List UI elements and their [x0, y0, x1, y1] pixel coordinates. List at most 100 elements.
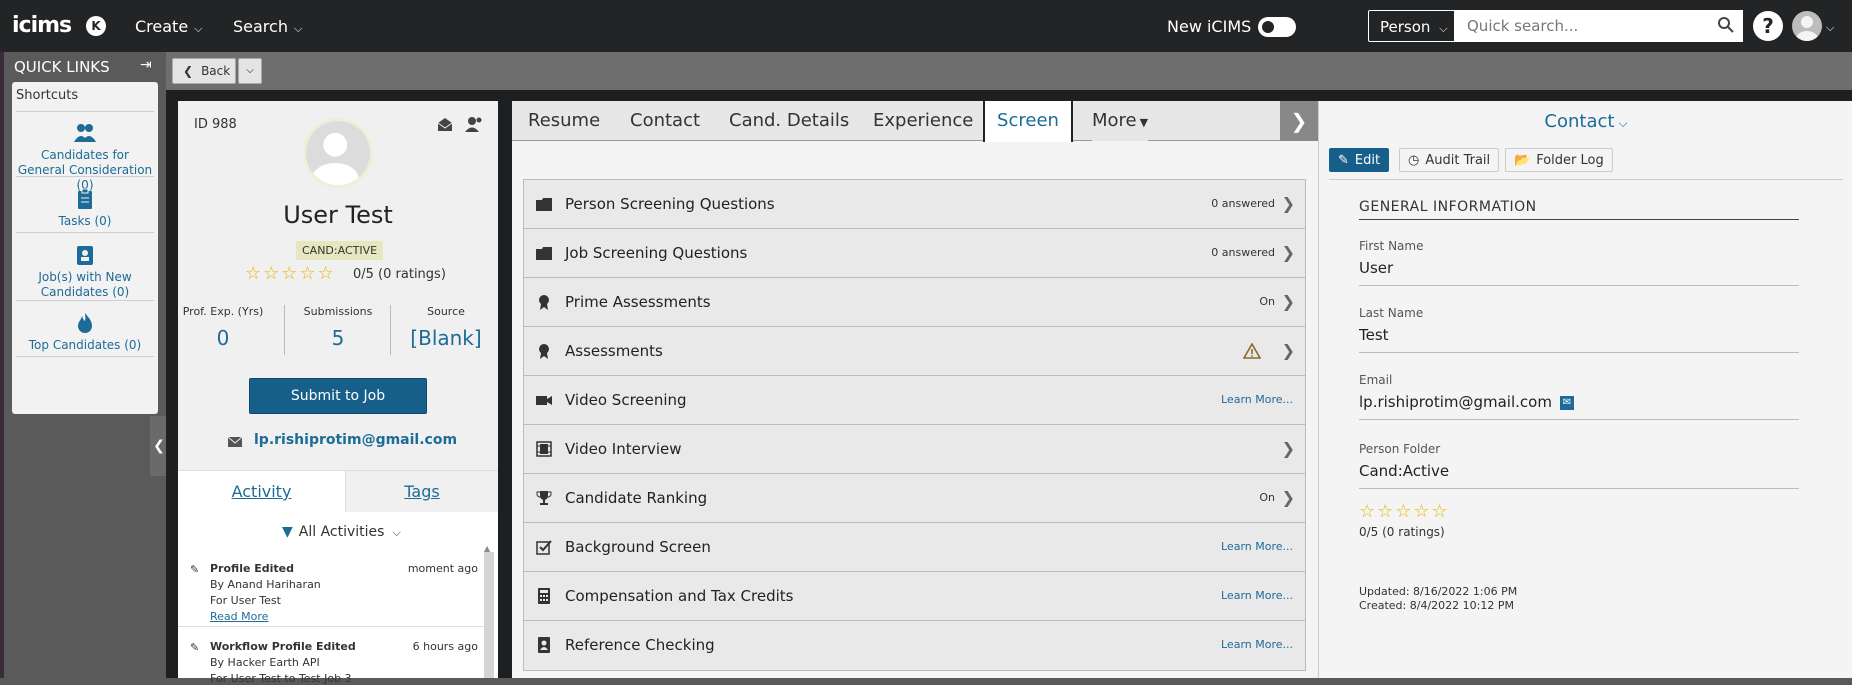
- pin-icon[interactable]: ⇥: [140, 57, 152, 73]
- chevron-down-icon: ⌵: [293, 22, 303, 35]
- quick-search-input[interactable]: Quick search...: [1455, 10, 1743, 42]
- back-history-dropdown[interactable]: ⌵: [238, 58, 262, 84]
- tab-cand-details[interactable]: Cand. Details: [729, 101, 849, 141]
- warning-icon: [1243, 343, 1261, 359]
- quick-link-top-candidates[interactable]: Top Candidates (0): [16, 312, 154, 353]
- quick-link-general-consideration[interactable]: Candidates for General Consideration (0): [16, 122, 154, 193]
- back-button[interactable]: ❮ Back: [172, 58, 236, 84]
- send-email-icon[interactable]: ✉: [1559, 395, 1574, 410]
- person-settings-icon[interactable]: [464, 115, 482, 133]
- edit-button[interactable]: ✎ Edit: [1329, 148, 1390, 172]
- help-icon[interactable]: ?: [1753, 11, 1783, 41]
- quick-links-header: QUICK LINKS: [14, 58, 110, 76]
- rating-stars[interactable]: ☆☆☆☆☆: [245, 263, 336, 284]
- screening-row-prime-assessments[interactable]: Prime Assessments On ❯: [524, 278, 1305, 327]
- create-menu[interactable]: Create ⌵: [135, 17, 203, 36]
- tab-screen[interactable]: Screen: [983, 101, 1073, 142]
- row-label: Reference Checking: [565, 636, 715, 654]
- folder-log-button[interactable]: 📂 Folder Log: [1505, 148, 1613, 172]
- user-avatar[interactable]: [1792, 11, 1822, 41]
- tab-activity[interactable]: Activity: [178, 471, 346, 513]
- screen-tab-panel: Resume Contact Cand. Details Experience …: [512, 101, 1318, 678]
- search-menu[interactable]: Search ⌵: [233, 17, 302, 36]
- folder-icon: [536, 198, 552, 211]
- activity-time: moment ago: [407, 562, 478, 575]
- rating-stars[interactable]: ☆☆☆☆☆: [1359, 501, 1450, 522]
- search-type-select[interactable]: Person ⌵: [1368, 10, 1455, 42]
- screening-row-assessments[interactable]: Assessments ❯: [524, 327, 1305, 376]
- pencil-icon: ✎: [1338, 153, 1349, 168]
- created-timestamp: Created: 8/4/2022 10:12 PM: [1359, 599, 1514, 612]
- chevron-down-icon: ⌵: [194, 22, 203, 35]
- tab-scroll-right-button[interactable]: ❯: [1280, 101, 1318, 141]
- icims-logo[interactable]: icims: [12, 13, 72, 38]
- k-logo-icon[interactable]: K: [86, 16, 106, 36]
- person-id: ID 988: [194, 117, 237, 132]
- screening-row-background-screen[interactable]: Background Screen Learn More...: [524, 523, 1305, 572]
- learn-more-link[interactable]: Learn More...: [1221, 638, 1293, 651]
- screening-row-video-interview[interactable]: Video Interview ❯: [524, 425, 1305, 474]
- divider: [178, 626, 484, 627]
- audit-trail-button[interactable]: ◷ Audit Trail: [1399, 148, 1500, 172]
- quick-link-tasks[interactable]: Tasks (0): [16, 188, 154, 229]
- submit-to-job-button[interactable]: Submit to Job: [249, 378, 427, 414]
- chevron-left-icon: ❮: [183, 64, 194, 78]
- shortcuts-label: Shortcuts: [16, 88, 79, 103]
- row-status: On: [1259, 295, 1275, 308]
- learn-more-link[interactable]: Learn More...: [1221, 589, 1293, 602]
- scrollbar[interactable]: [484, 552, 494, 678]
- chevron-down-icon[interactable]: ⌵: [1826, 21, 1834, 35]
- stat-experience: Prof. Exp. (Yrs) 0: [178, 305, 268, 350]
- learn-more-link[interactable]: Learn More...: [1221, 393, 1293, 406]
- quick-link-new-candidates[interactable]: Job(s) with New Candidates (0): [16, 244, 154, 300]
- activity-filter-label: All Activities: [298, 524, 385, 540]
- stat-value[interactable]: [Blank]: [398, 326, 494, 350]
- chevron-right-icon: ❯: [1281, 243, 1295, 262]
- screening-row-video-screening[interactable]: Video Screening Learn More...: [524, 376, 1305, 425]
- edit-icon: ✎: [190, 563, 200, 576]
- candidate-avatar[interactable]: [303, 118, 373, 188]
- tab-contact[interactable]: Contact: [630, 101, 700, 141]
- activity-line: For User Test: [210, 594, 281, 607]
- screening-row-person-questions[interactable]: Person Screening Questions 0 answered ❯: [524, 180, 1305, 229]
- screening-row-job-questions[interactable]: Job Screening Questions 0 answered ❯: [524, 229, 1305, 278]
- timestamps: Updated: 8/16/2022 1:06 PM Created: 8/4/…: [1359, 585, 1517, 613]
- contact-panel-title[interactable]: Contact ⌵: [1319, 111, 1852, 132]
- new-icims-label: New iCIMS: [1167, 17, 1252, 36]
- person-icon: [1796, 16, 1818, 41]
- field-person-folder: Person Folder Cand:Active: [1359, 442, 1799, 489]
- activity-filter[interactable]: ▼ All Activities ⌵: [282, 524, 401, 540]
- screening-row-reference-checking[interactable]: Reference Checking Learn More...: [524, 621, 1305, 670]
- stat-value[interactable]: 0: [178, 326, 268, 350]
- screening-row-candidate-ranking[interactable]: Candidate Ranking On ❯: [524, 474, 1305, 523]
- search-icon[interactable]: [1717, 16, 1735, 34]
- new-icims-toggle[interactable]: [1258, 17, 1296, 37]
- row-status: On: [1259, 491, 1275, 504]
- row-status: 0 answered: [1211, 197, 1275, 210]
- field-value: Test: [1359, 326, 1799, 353]
- candidate-email-link[interactable]: lp.rishiprotim@gmail.com: [254, 432, 457, 448]
- email-value[interactable]: lp.rishiprotim@gmail.com: [1359, 393, 1552, 411]
- tab-experience[interactable]: Experience: [873, 101, 973, 141]
- chevron-right-icon: ❯: [1281, 439, 1295, 458]
- read-more-link[interactable]: Read More: [210, 610, 478, 623]
- tab-tags[interactable]: Tags: [346, 471, 498, 513]
- row-label: Job Screening Questions: [565, 244, 748, 262]
- stat-value[interactable]: 5: [290, 326, 386, 350]
- screening-row-compensation[interactable]: Compensation and Tax Credits Learn More.…: [524, 572, 1305, 621]
- job-icon: [77, 246, 93, 265]
- field-label: Last Name: [1359, 306, 1424, 320]
- tab-resume[interactable]: Resume: [528, 101, 600, 141]
- divider: [1329, 179, 1843, 180]
- tab-more[interactable]: More ▼: [1092, 101, 1149, 141]
- rating-text: 0/5 (0 ratings): [353, 267, 446, 282]
- clipboard-icon: [78, 188, 92, 209]
- row-status: 0 answered: [1211, 246, 1275, 259]
- envelope-open-icon[interactable]: [436, 115, 454, 133]
- checkbox-icon: [536, 540, 552, 555]
- chevron-right-icon: ❯: [1281, 194, 1295, 213]
- activity-line: By Hacker Earth API: [210, 656, 320, 669]
- folder-log-label: Folder Log: [1536, 153, 1604, 168]
- learn-more-link[interactable]: Learn More...: [1221, 540, 1293, 553]
- row-label: Compensation and Tax Credits: [565, 587, 794, 605]
